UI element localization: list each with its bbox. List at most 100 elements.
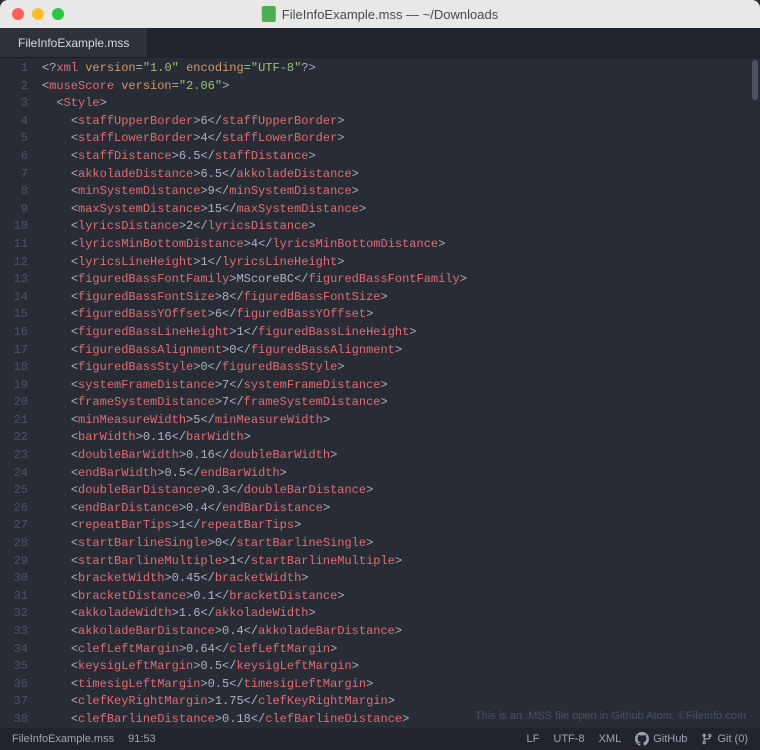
status-git[interactable]: Git (0) [701,733,748,745]
status-cursor[interactable]: 91:53 [128,733,156,745]
line-number: 13 [0,271,38,289]
line-number: 36 [0,676,38,694]
gutter: 1234567891011121314151617181920212223242… [0,58,38,728]
line-number: 4 [0,113,38,131]
line-number: 15 [0,306,38,324]
line-number: 38 [0,711,38,729]
code-line: <?xml version="1.0" encoding="UTF-8"?> [42,60,760,78]
code-line: <lyricsMinBottomDistance>4</lyricsMinBot… [42,236,760,254]
line-number: 10 [0,218,38,236]
code-line: <akkoladeWidth>1.6</akkoladeWidth> [42,605,760,623]
line-number: 31 [0,588,38,606]
line-number: 1 [0,60,38,78]
code-line: <akkoladeBarDistance>0.4</akkoladeBarDis… [42,623,760,641]
scrollbar-thumb[interactable] [752,60,758,100]
line-number: 35 [0,658,38,676]
code-line: <frameSystemDistance>7</frameSystemDista… [42,394,760,412]
line-number: 9 [0,201,38,219]
line-number: 3 [0,95,38,113]
code-line: <minMeasureWidth>5</minMeasureWidth> [42,412,760,430]
code-line: <figuredBassLineHeight>1</figuredBassLin… [42,324,760,342]
line-number: 24 [0,465,38,483]
code-line: <staffUpperBorder>6</staffUpperBorder> [42,113,760,131]
code-line: <lyricsLineHeight>1</lyricsLineHeight> [42,254,760,272]
line-number: 26 [0,500,38,518]
close-window-button[interactable] [12,8,24,20]
code-line: <staffDistance>6.5</staffDistance> [42,148,760,166]
tab-file[interactable]: FileInfoExample.mss [0,28,147,58]
code-line: <lyricsDistance>2</lyricsDistance> [42,218,760,236]
watermark: This is an .MSS file open in Github Atom… [475,710,746,722]
line-number: 23 [0,447,38,465]
line-number: 32 [0,605,38,623]
code-line: <doubleBarDistance>0.3</doubleBarDistanc… [42,482,760,500]
code-line: <bracketWidth>0.45</bracketWidth> [42,570,760,588]
code-line: <figuredBassYOffset>6</figuredBassYOffse… [42,306,760,324]
line-number: 28 [0,535,38,553]
line-number: 16 [0,324,38,342]
statusbar: FileInfoExample.mss 91:53 LF UTF-8 XML G… [0,728,760,750]
line-number: 12 [0,254,38,272]
traffic-lights [0,8,64,20]
window-title-text: FileInfoExample.mss — ~/Downloads [282,7,498,22]
titlebar: FileInfoExample.mss — ~/Downloads [0,0,760,28]
code-line: <Style> [42,95,760,113]
git-branch-icon [701,733,713,745]
code-line: <minSystemDistance>9</minSystemDistance> [42,183,760,201]
code-line: <maxSystemDistance>15</maxSystemDistance… [42,201,760,219]
line-number: 19 [0,377,38,395]
minimize-window-button[interactable] [32,8,44,20]
line-number: 22 [0,429,38,447]
line-number: 29 [0,553,38,571]
code-line: <figuredBassStyle>0</figuredBassStyle> [42,359,760,377]
status-filename[interactable]: FileInfoExample.mss [12,733,114,745]
code-line: <startBarlineMultiple>1</startBarlineMul… [42,553,760,571]
line-number: 6 [0,148,38,166]
code-line: <barWidth>0.16</barWidth> [42,429,760,447]
code-line: <museScore version="2.06"> [42,78,760,96]
code-line: <clefLeftMargin>0.64</clefLeftMargin> [42,641,760,659]
code-line: <bracketDistance>0.1</bracketDistance> [42,588,760,606]
status-github[interactable]: GitHub [635,732,687,746]
code-line: <endBarDistance>0.4</endBarDistance> [42,500,760,518]
code-line: <repeatBarTips>1</repeatBarTips> [42,517,760,535]
line-number: 27 [0,517,38,535]
code-line: <keysigLeftMargin>0.5</keysigLeftMargin> [42,658,760,676]
line-number: 17 [0,342,38,360]
line-number: 18 [0,359,38,377]
line-number: 2 [0,78,38,96]
scrollbar[interactable] [752,60,758,730]
code-line: <akkoladeDistance>6.5</akkoladeDistance> [42,166,760,184]
status-encoding[interactable]: UTF-8 [553,733,584,745]
line-number: 37 [0,693,38,711]
line-number: 11 [0,236,38,254]
editor[interactable]: 1234567891011121314151617181920212223242… [0,58,760,728]
code-line: <timesigLeftMargin>0.5</timesigLeftMargi… [42,676,760,694]
file-icon [262,6,276,22]
line-number: 8 [0,183,38,201]
maximize-window-button[interactable] [52,8,64,20]
code-line: <figuredBassFontFamily>MScoreBC</figured… [42,271,760,289]
code-line: <startBarlineSingle>0</startBarlineSingl… [42,535,760,553]
code-line: <figuredBassAlignment>0</figuredBassAlig… [42,342,760,360]
code-area[interactable]: <?xml version="1.0" encoding="UTF-8"?><m… [38,58,760,728]
github-icon [635,732,649,746]
line-number: 33 [0,623,38,641]
code-line: <systemFrameDistance>7</systemFrameDista… [42,377,760,395]
status-line-ending[interactable]: LF [527,733,540,745]
line-number: 21 [0,412,38,430]
code-line: <figuredBassFontSize>8</figuredBassFontS… [42,289,760,307]
status-language[interactable]: XML [599,733,622,745]
line-number: 14 [0,289,38,307]
code-line: <doubleBarWidth>0.16</doubleBarWidth> [42,447,760,465]
line-number: 25 [0,482,38,500]
line-number: 30 [0,570,38,588]
code-line: <staffLowerBorder>4</staffLowerBorder> [42,130,760,148]
tab-bar: FileInfoExample.mss [0,28,760,58]
line-number: 34 [0,641,38,659]
line-number: 5 [0,130,38,148]
code-line: <endBarWidth>0.5</endBarWidth> [42,465,760,483]
code-line: <clefKeyRightMargin>1.75</clefKeyRightMa… [42,693,760,711]
status-git-label: Git (0) [717,733,748,745]
line-number: 20 [0,394,38,412]
